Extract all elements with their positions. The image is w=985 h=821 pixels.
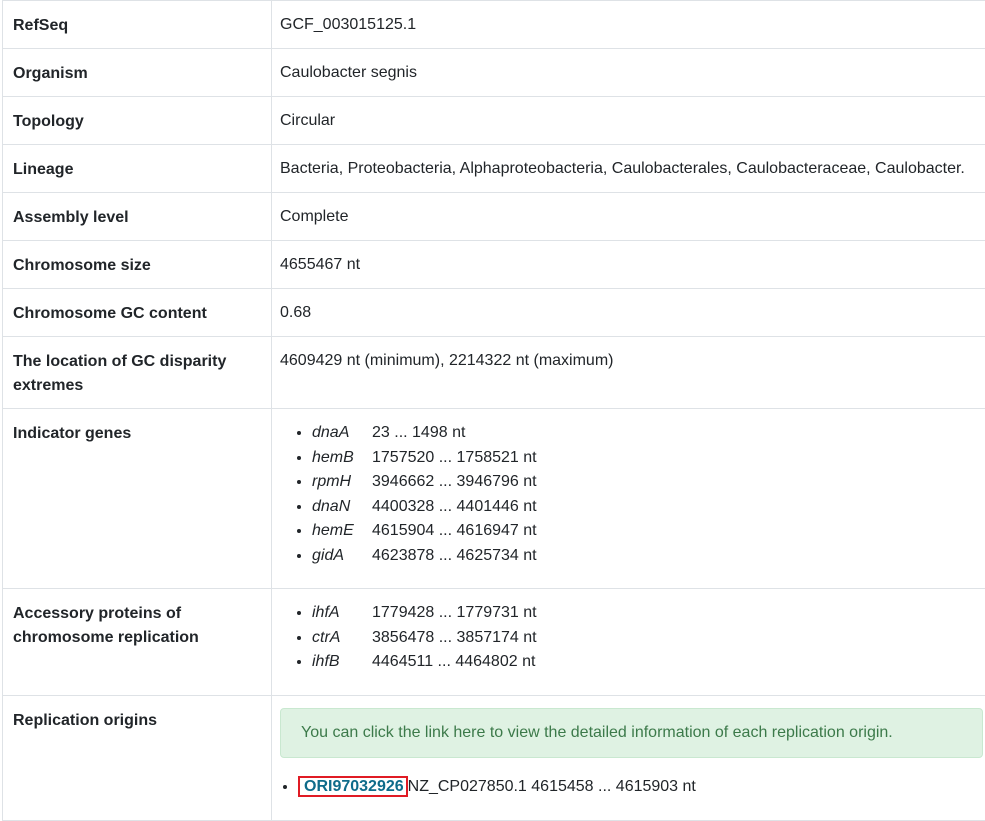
gene-range: 3856478 ... 3857174 nt — [372, 629, 537, 646]
origin-link[interactable]: ORI97032926 — [298, 776, 408, 797]
assembly-level-value: Complete — [272, 193, 985, 241]
genome-info-table: RefSeq GCF_003015125.1 Organism Caulobac… — [2, 0, 985, 821]
gene-name: dnaN — [312, 495, 372, 520]
accessory-proteins-value: ihfA1779428 ... 1779731 nt ctrA3856478 .… — [272, 589, 985, 696]
list-item: dnaN4400328 ... 4401446 nt — [312, 495, 983, 520]
origins-list: ORI97032926NZ_CP027850.1 4615458 ... 461… — [280, 775, 983, 799]
replication-origins-label: Replication origins — [3, 696, 272, 821]
refseq-label: RefSeq — [3, 1, 272, 49]
accessory-proteins-list: ihfA1779428 ... 1779731 nt ctrA3856478 .… — [280, 601, 983, 675]
organism-label: Organism — [3, 49, 272, 97]
lineage-label: Lineage — [3, 145, 272, 193]
indicator-genes-list: dnaA23 ... 1498 nt hemB1757520 ... 17585… — [280, 421, 983, 569]
gene-name: gidA — [312, 544, 372, 569]
origin-location: NZ_CP027850.1 4615458 ... 4615903 nt — [408, 778, 696, 795]
row-refseq: RefSeq GCF_003015125.1 — [3, 1, 985, 49]
list-item: ORI97032926NZ_CP027850.1 4615458 ... 461… — [298, 775, 983, 799]
gene-name: ihfB — [312, 650, 372, 675]
row-organism: Organism Caulobacter segnis — [3, 49, 985, 97]
lineage-value: Bacteria, Proteobacteria, Alphaproteobac… — [272, 145, 985, 193]
gene-name: dnaA — [312, 421, 372, 446]
gene-range: 23 ... 1498 nt — [372, 424, 465, 441]
gene-range: 1779428 ... 1779731 nt — [372, 604, 537, 621]
row-gc-disparity: The location of GC disparity extremes 46… — [3, 337, 985, 409]
list-item: gidA4623878 ... 4625734 nt — [312, 544, 983, 569]
gene-name: ctrA — [312, 626, 372, 651]
row-topology: Topology Circular — [3, 97, 985, 145]
assembly-level-label: Assembly level — [3, 193, 272, 241]
gc-content-value: 0.68 — [272, 289, 985, 337]
gc-disparity-label: The location of GC disparity extremes — [3, 337, 272, 409]
gene-range: 1757520 ... 1758521 nt — [372, 449, 537, 466]
gene-range: 3946662 ... 3946796 nt — [372, 473, 537, 490]
indicator-genes-label: Indicator genes — [3, 409, 272, 589]
list-item: hemB1757520 ... 1758521 nt — [312, 446, 983, 471]
topology-value: Circular — [272, 97, 985, 145]
info-alert: You can click the link here to view the … — [280, 708, 983, 758]
row-replication-origins: Replication origins You can click the li… — [3, 696, 985, 821]
gene-name: rpmH — [312, 470, 372, 495]
gc-content-label: Chromosome GC content — [3, 289, 272, 337]
accessory-proteins-label: Accessory proteins of chromosome replica… — [3, 589, 272, 696]
gene-range: 4464511 ... 4464802 nt — [372, 653, 535, 670]
row-chromosome-size: Chromosome size 4655467 nt — [3, 241, 985, 289]
list-item: ctrA3856478 ... 3857174 nt — [312, 626, 983, 651]
gene-range: 4623878 ... 4625734 nt — [372, 547, 537, 564]
gene-range: 4615904 ... 4616947 nt — [372, 522, 537, 539]
gene-name: hemB — [312, 446, 372, 471]
list-item: dnaA23 ... 1498 nt — [312, 421, 983, 446]
gene-name: ihfA — [312, 601, 372, 626]
list-item: ihfA1779428 ... 1779731 nt — [312, 601, 983, 626]
row-assembly-level: Assembly level Complete — [3, 193, 985, 241]
list-item: hemE4615904 ... 4616947 nt — [312, 519, 983, 544]
topology-label: Topology — [3, 97, 272, 145]
list-item: ihfB4464511 ... 4464802 nt — [312, 650, 983, 675]
list-item: rpmH3946662 ... 3946796 nt — [312, 470, 983, 495]
indicator-genes-value: dnaA23 ... 1498 nt hemB1757520 ... 17585… — [272, 409, 985, 589]
gene-name: hemE — [312, 519, 372, 544]
gene-range: 4400328 ... 4401446 nt — [372, 498, 537, 515]
organism-value: Caulobacter segnis — [272, 49, 985, 97]
row-lineage: Lineage Bacteria, Proteobacteria, Alphap… — [3, 145, 985, 193]
chromosome-size-value: 4655467 nt — [272, 241, 985, 289]
refseq-value: GCF_003015125.1 — [272, 1, 985, 49]
row-gc-content: Chromosome GC content 0.68 — [3, 289, 985, 337]
replication-origins-value: You can click the link here to view the … — [272, 696, 985, 821]
gc-disparity-value: 4609429 nt (minimum), 2214322 nt (maximu… — [272, 337, 985, 409]
chromosome-size-label: Chromosome size — [3, 241, 272, 289]
row-indicator-genes: Indicator genes dnaA23 ... 1498 nt hemB1… — [3, 409, 985, 589]
row-accessory-proteins: Accessory proteins of chromosome replica… — [3, 589, 985, 696]
